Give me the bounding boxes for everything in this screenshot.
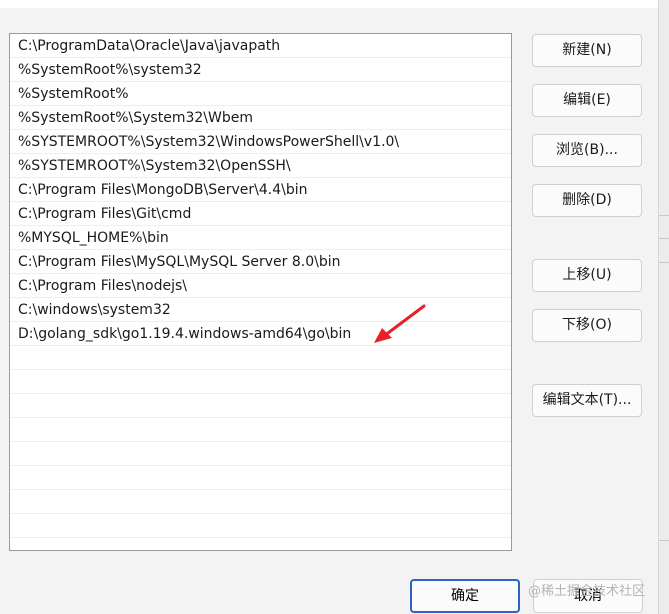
empty-row — [10, 442, 511, 466]
list-item[interactable]: D:\golang_sdk\go1.19.4.windows-amd64\go\… — [10, 322, 511, 346]
list-item[interactable]: C:\Program Files\MySQL\MySQL Server 8.0\… — [10, 250, 511, 274]
list-item[interactable]: %MYSQL_HOME%\bin — [10, 226, 511, 250]
empty-row — [10, 466, 511, 490]
list-item[interactable]: %SYSTEMROOT%\System32\WindowsPowerShell\… — [10, 130, 511, 154]
path-list[interactable]: C:\ProgramData\Oracle\Java\javapath %Sys… — [9, 33, 512, 551]
empty-row — [10, 346, 511, 370]
list-item[interactable]: %SystemRoot%\system32 — [10, 58, 511, 82]
empty-row — [10, 514, 511, 538]
empty-row — [10, 538, 511, 550]
move-down-button[interactable]: 下移(O) — [532, 309, 642, 342]
list-item[interactable]: C:\ProgramData\Oracle\Java\javapath — [10, 34, 511, 58]
browse-button[interactable]: 浏览(B)... — [532, 134, 642, 167]
list-item[interactable]: C:\Program Files\MongoDB\Server\4.4\bin — [10, 178, 511, 202]
background-window-edge — [658, 0, 669, 614]
new-button[interactable]: 新建(N) — [532, 34, 642, 67]
list-item[interactable]: C:\Program Files\nodejs\ — [10, 274, 511, 298]
edit-text-button[interactable]: 编辑文本(T)... — [532, 384, 642, 417]
empty-row — [10, 370, 511, 394]
red-arrow-annotation-icon — [374, 304, 426, 343]
ok-button[interactable]: 确定 — [410, 579, 520, 613]
list-item[interactable]: %SystemRoot%\System32\Wbem — [10, 106, 511, 130]
empty-row — [10, 490, 511, 514]
list-item[interactable]: C:\windows\system32 — [10, 298, 511, 322]
list-item[interactable]: C:\Program Files\Git\cmd — [10, 202, 511, 226]
delete-button[interactable]: 删除(D) — [532, 184, 642, 217]
empty-row — [10, 394, 511, 418]
list-item[interactable]: %SystemRoot% — [10, 82, 511, 106]
move-up-button[interactable]: 上移(U) — [532, 259, 642, 292]
title-bar-strip — [0, 0, 669, 8]
list-item[interactable]: %SYSTEMROOT%\System32\OpenSSH\ — [10, 154, 511, 178]
empty-row — [10, 418, 511, 442]
edit-button[interactable]: 编辑(E) — [532, 84, 642, 117]
cancel-button[interactable]: 取消 — [533, 579, 643, 613]
